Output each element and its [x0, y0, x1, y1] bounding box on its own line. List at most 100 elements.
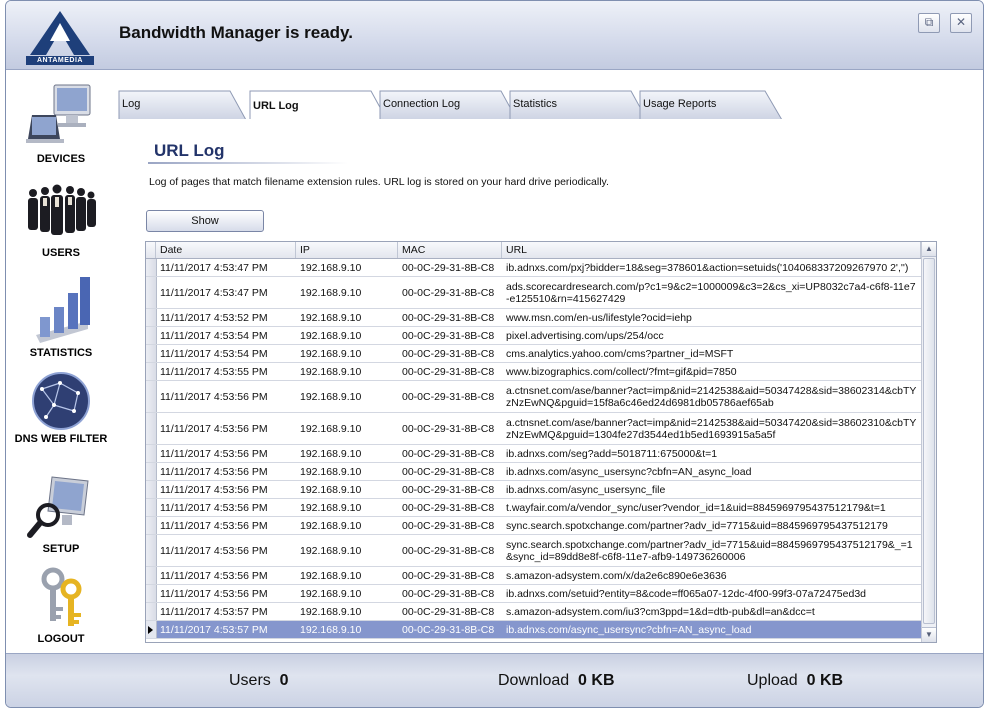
- cell-date: 11/11/2017 4:53:56 PM: [160, 422, 268, 435]
- cell-url: www.msn.com/en-us/lifestyle?ocid=iehp: [506, 311, 692, 324]
- page-title: URL Log: [154, 141, 225, 160]
- grid-rows: 11/11/2017 4:53:47 PM 192.168.9.10 00-0C-2…: [146, 259, 921, 639]
- cell-ip: 192.168.9.10: [300, 422, 362, 435]
- table-row[interactable]: 11/11/2017 4:53:55 PM 192.168.9.10 00-0C-2…: [146, 363, 921, 381]
- cell-url: s.amazon-adsystem.com/iu3?cm3ppd=1&d=dtb…: [506, 605, 815, 618]
- table-row[interactable]: 11/11/2017 4:53:56 PM 192.168.9.10 00-0C-2…: [146, 381, 921, 413]
- cell-ip: 192.168.9.10: [300, 286, 362, 299]
- app-window: ANTAMEDIA Bandwidth Manager is ready. ⧉ …: [5, 0, 984, 708]
- sidebar-item-label: DNS WEB FILTER: [14, 433, 108, 445]
- cell-date: 11/11/2017 4:53:52 PM: [160, 311, 268, 324]
- cell-mac: 00-0C-29-31-8B-C8: [402, 347, 495, 360]
- column-header-date[interactable]: Date: [156, 242, 296, 258]
- cell-ip: 192.168.9.10: [300, 569, 362, 582]
- cell-mac: 00-0C-29-31-8B-C8: [402, 519, 495, 532]
- close-button[interactable]: ✕: [950, 13, 972, 33]
- table-row[interactable]: 11/11/2017 4:53:47 PM 192.168.9.10 00-0C-2…: [146, 277, 921, 309]
- scroll-thumb[interactable]: [923, 258, 935, 624]
- table-row[interactable]: 11/11/2017 4:53:56 PM 192.168.9.10 00-0C-2…: [146, 463, 921, 481]
- tab-label: Statistics: [513, 98, 558, 110]
- cell-date: 11/11/2017 4:53:56 PM: [160, 447, 268, 460]
- tab-label: Log: [122, 98, 141, 110]
- tab-bar: Log URL Log Connection Log Statistics Us…: [118, 90, 818, 122]
- cell-date: 11/11/2017 4:53:56 PM: [160, 465, 268, 478]
- cell-url: sync.search.spotxchange.com/partner?adv_…: [506, 538, 913, 563]
- cell-mac: 00-0C-29-31-8B-C8: [402, 390, 495, 403]
- cell-url: a.ctnsnet.com/ase/banner?act=imp&nid=214…: [506, 384, 917, 409]
- status-footer: Users 0 Download 0 KB Upload 0 KB: [6, 653, 983, 707]
- table-row[interactable]: 11/11/2017 4:53:56 PM 192.168.9.10 00-0C-2…: [146, 481, 921, 499]
- keys-icon: [41, 567, 82, 626]
- cell-ip: 192.168.9.10: [300, 483, 362, 496]
- sidebar-item-label: USERS: [42, 247, 80, 259]
- cell-ip: 192.168.9.10: [300, 465, 362, 478]
- sidebar-item-devices[interactable]: DEVICES: [6, 79, 116, 165]
- sidebar-item-setup[interactable]: SETUP: [6, 471, 116, 555]
- tab-statistics[interactable]: Statistics: [509, 90, 649, 120]
- column-header-ip[interactable]: IP: [296, 242, 398, 258]
- show-button[interactable]: Show: [146, 210, 264, 232]
- column-header-url[interactable]: URL: [502, 242, 921, 258]
- tab-connection-log[interactable]: Connection Log: [379, 90, 519, 120]
- url-log-grid[interactable]: Date IP MAC URL 11/11/2017 4:53:47 PM 192…: [145, 241, 937, 643]
- tab-log[interactable]: Log: [118, 90, 248, 120]
- table-row[interactable]: 11/11/2017 4:53:57 PM 192.168.9.10 00-0C-2…: [146, 621, 921, 639]
- sidebar-item-label: LOGOUT: [37, 633, 85, 645]
- cell-mac: 00-0C-29-31-8B-C8: [402, 447, 495, 460]
- cell-date: 11/11/2017 4:53:56 PM: [160, 501, 268, 514]
- cell-url: t.wayfair.com/a/vendor_sync/user?vendor_…: [506, 501, 886, 514]
- sidebar-item-dns-web-filter[interactable]: DNS WEB FILTER: [6, 371, 116, 445]
- sidebar-item-users[interactable]: USERS: [6, 181, 116, 259]
- globe-icon: [32, 372, 90, 430]
- cell-url: sync.search.spotxchange.com/partner?adv_…: [506, 519, 888, 532]
- cell-mac: 00-0C-29-31-8B-C8: [402, 365, 495, 378]
- table-row[interactable]: 11/11/2017 4:53:56 PM 192.168.9.10 00-0C-2…: [146, 499, 921, 517]
- table-row[interactable]: 11/11/2017 4:53:56 PM 192.168.9.10 00-0C-2…: [146, 567, 921, 585]
- tab-usage-reports[interactable]: Usage Reports: [639, 90, 784, 120]
- cell-ip: 192.168.9.10: [300, 447, 362, 460]
- upload-value: 0 KB: [806, 672, 844, 689]
- scroll-down-button[interactable]: ▼: [922, 627, 936, 642]
- cell-url: s.amazon-adsystem.com/x/da2e6c890e6e3636: [506, 569, 727, 582]
- sidebar-item-logout[interactable]: LOGOUT: [6, 567, 116, 645]
- upload-stat: Upload 0 KB: [747, 672, 843, 690]
- table-row[interactable]: 11/11/2017 4:53:56 PM 192.168.9.10 00-0C-2…: [146, 445, 921, 463]
- cell-ip: 192.168.9.10: [300, 544, 362, 557]
- table-row[interactable]: 11/11/2017 4:53:54 PM 192.168.9.10 00-0C-2…: [146, 327, 921, 345]
- cell-mac: 00-0C-29-31-8B-C8: [402, 261, 495, 274]
- table-row[interactable]: 11/11/2017 4:53:47 PM 192.168.9.10 00-0C-2…: [146, 259, 921, 277]
- cell-mac: 00-0C-29-31-8B-C8: [402, 587, 495, 600]
- upload-label: Upload: [747, 672, 798, 689]
- users-value: 0: [279, 672, 289, 689]
- tab-url-log[interactable]: URL Log: [249, 90, 389, 122]
- table-row[interactable]: 11/11/2017 4:53:57 PM 192.168.9.10 00-0C-2…: [146, 603, 921, 621]
- restore-button[interactable]: ⧉: [918, 13, 940, 33]
- tab-label: Usage Reports: [643, 98, 717, 110]
- column-header-mac[interactable]: MAC: [398, 242, 502, 258]
- sidebar-item-statistics[interactable]: STATISTICS: [6, 273, 116, 359]
- table-row[interactable]: 11/11/2017 4:53:54 PM 192.168.9.10 00-0C-2…: [146, 345, 921, 363]
- table-row[interactable]: 11/11/2017 4:53:56 PM 192.168.9.10 00-0C-2…: [146, 413, 921, 445]
- cell-mac: 00-0C-29-31-8B-C8: [402, 483, 495, 496]
- cell-ip: 192.168.9.10: [300, 261, 362, 274]
- cell-date: 11/11/2017 4:53:54 PM: [160, 329, 268, 342]
- cell-date: 11/11/2017 4:53:56 PM: [160, 390, 268, 403]
- scroll-up-button[interactable]: ▲: [922, 242, 936, 257]
- cell-url: a.ctnsnet.com/ase/banner?act=imp&nid=214…: [506, 416, 917, 441]
- download-stat: Download 0 KB: [498, 672, 615, 690]
- cell-ip: 192.168.9.10: [300, 311, 362, 324]
- cell-ip: 192.168.9.10: [300, 519, 362, 532]
- cell-ip: 192.168.9.10: [300, 347, 362, 360]
- cell-ip: 192.168.9.10: [300, 623, 362, 636]
- table-row[interactable]: 11/11/2017 4:53:56 PM 192.168.9.10 00-0C-2…: [146, 535, 921, 567]
- vertical-scrollbar[interactable]: ▲ ▼: [921, 242, 936, 642]
- header-bar: ANTAMEDIA Bandwidth Manager is ready. ⧉ …: [6, 1, 983, 70]
- url-log-panel: URL Log Log of pages that match filename…: [118, 119, 953, 652]
- cell-url: ib.adnxs.com/async_usersync?cbfn=AN_asyn…: [506, 465, 752, 478]
- sidebar-item-label: STATISTICS: [29, 347, 93, 359]
- page-description: Log of pages that match filename extensi…: [149, 176, 609, 188]
- table-row[interactable]: 11/11/2017 4:53:52 PM 192.168.9.10 00-0C-2…: [146, 309, 921, 327]
- cell-mac: 00-0C-29-31-8B-C8: [402, 311, 495, 324]
- table-row[interactable]: 11/11/2017 4:53:56 PM 192.168.9.10 00-0C-2…: [146, 585, 921, 603]
- table-row[interactable]: 11/11/2017 4:53:56 PM 192.168.9.10 00-0C-2…: [146, 517, 921, 535]
